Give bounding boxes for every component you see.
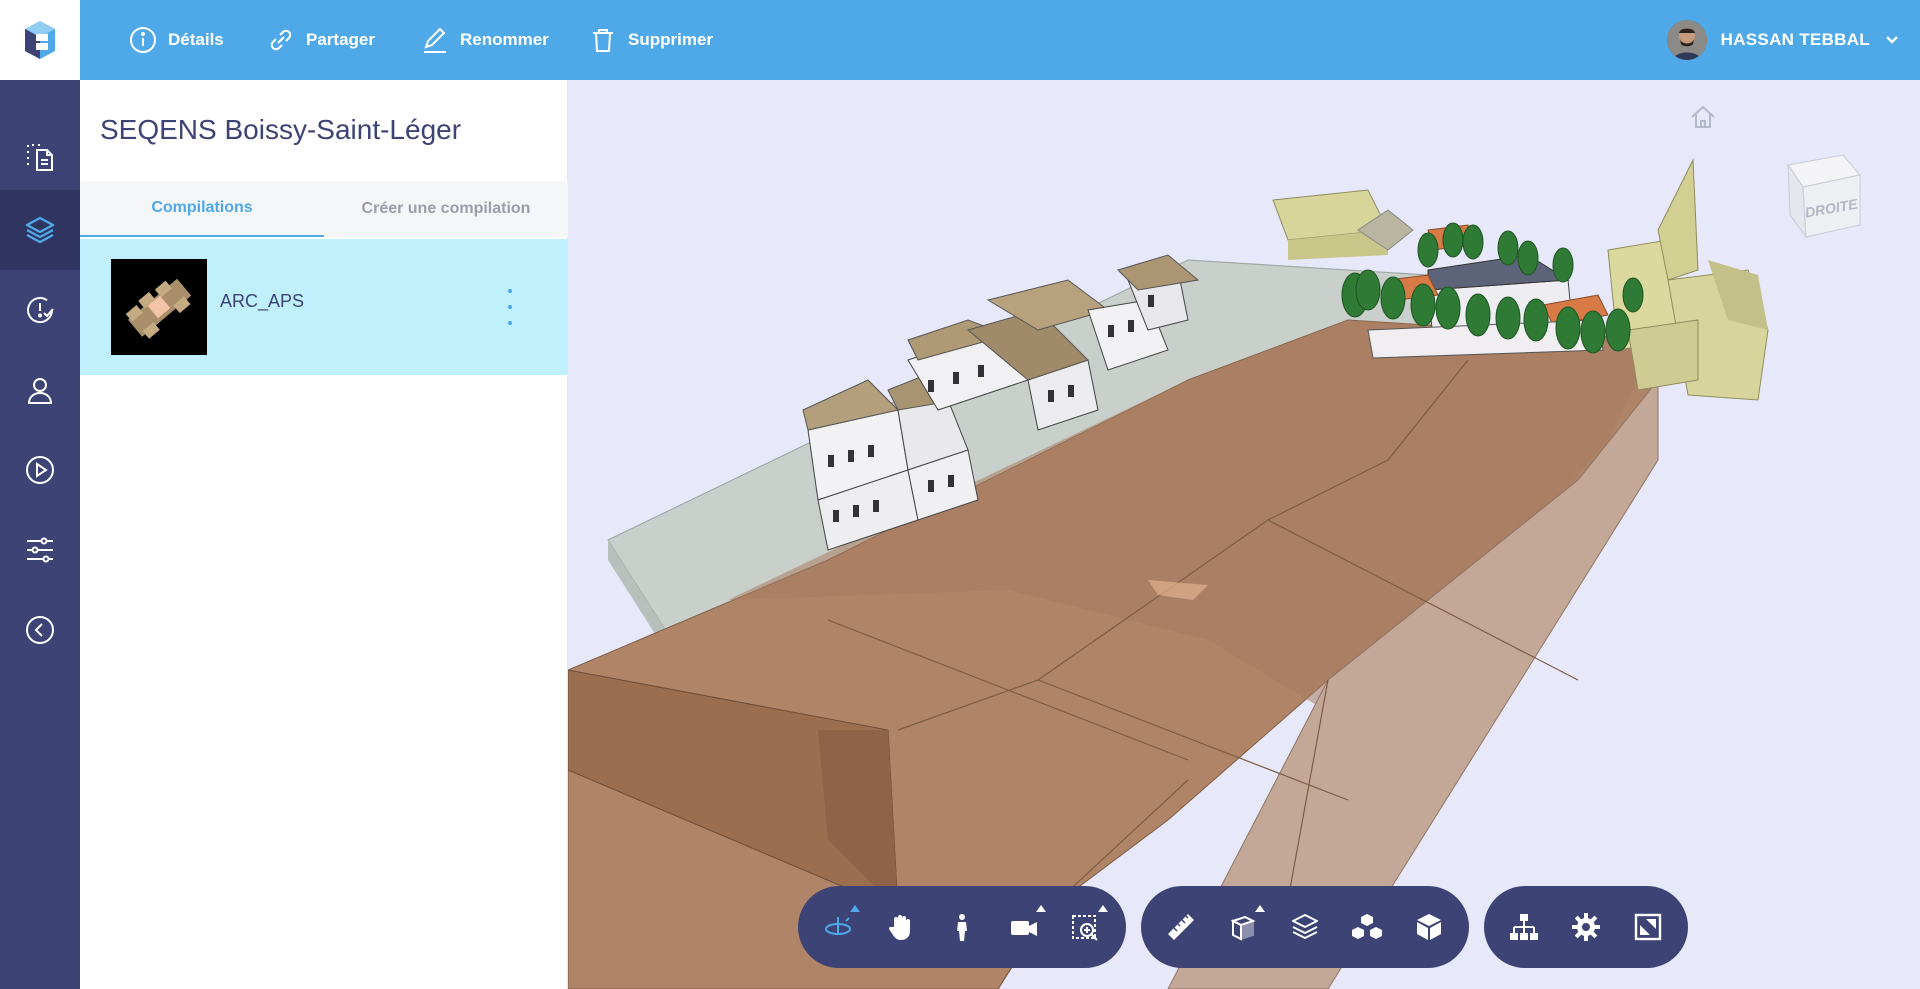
user-menu[interactable]: HASSAN TEBBAL (1666, 18, 1900, 62)
rename-button[interactable]: Renommer (420, 22, 549, 58)
delete-label: Supprimer (628, 30, 714, 49)
zoom-window-tool[interactable] (1066, 905, 1108, 947)
chevron-down-icon (1886, 36, 1898, 44)
more-options-icon[interactable] (500, 289, 520, 325)
home-view-icon[interactable] (1688, 102, 1718, 132)
user-name: HASSAN TEBBAL (1720, 30, 1870, 49)
explode-tool[interactable] (1347, 907, 1387, 947)
ruler-icon (1168, 914, 1194, 940)
rename-label: Renommer (460, 30, 549, 49)
link-icon (270, 29, 292, 51)
user-icon (27, 378, 53, 404)
tab-create-compilation[interactable]: Créer une compilation (324, 181, 568, 237)
info-icon (130, 27, 156, 53)
measure-tool[interactable] (1161, 907, 1201, 947)
3d-viewer[interactable]: DROITE (568, 80, 1920, 989)
navigation-cube[interactable]: DROITE (1768, 135, 1878, 245)
sliders-icon (27, 537, 53, 563)
section-box-tool[interactable] (1223, 905, 1265, 947)
pencil-icon (424, 27, 446, 53)
left-rail (0, 0, 80, 989)
rail-item-collapse[interactable] (0, 590, 80, 670)
orbit-icon (825, 917, 851, 935)
app-logo[interactable] (0, 0, 80, 80)
tree-structure-icon (1510, 914, 1538, 940)
details-button[interactable]: Détails (128, 22, 224, 58)
fullscreen-icon (1634, 913, 1662, 941)
rail-item-issues[interactable] (0, 270, 80, 350)
share-button[interactable]: Partager (266, 22, 375, 58)
layers-icon (25, 216, 55, 244)
orbit-tool[interactable] (818, 905, 860, 947)
project-title: SEQENS Boissy-Saint-Léger (100, 114, 462, 145)
compilations-panel: SEQENS Boissy-Saint-Léger Compilations C… (80, 80, 568, 989)
pan-hand-icon (888, 915, 910, 940)
walk-person-icon (957, 914, 967, 941)
cube-icon (1417, 914, 1441, 940)
gear-icon (1572, 913, 1600, 941)
delete-button[interactable]: Supprimer (588, 22, 713, 58)
zoom-window-icon (1072, 915, 1098, 941)
tab-compilations[interactable]: Compilations (80, 181, 324, 237)
fullscreen-tool[interactable] (1628, 907, 1668, 947)
share-label: Partager (306, 30, 375, 49)
collapse-left-icon (26, 616, 54, 644)
top-bar: Détails Partager Renommer Supprimer HASS… (80, 0, 1920, 80)
layers-tool[interactable] (1285, 907, 1325, 947)
settings-tool[interactable] (1566, 907, 1606, 947)
navigation-toolbar (798, 886, 1126, 968)
compilation-name: ARC_APS (220, 291, 305, 311)
cube-tool[interactable] (1409, 907, 1449, 947)
issue-check-icon (27, 297, 54, 324)
layers-stack-icon (1292, 914, 1318, 939)
panel-tabs: Compilations Créer une compilation (80, 181, 568, 237)
rail-item-users[interactable] (0, 350, 80, 430)
rail-item-settings[interactable] (0, 510, 80, 590)
tools-toolbar (1141, 886, 1469, 968)
camera-icon (1011, 921, 1037, 936)
section-box-icon (1230, 915, 1256, 941)
camera-tool[interactable] (1004, 905, 1046, 947)
rail-item-play[interactable] (0, 430, 80, 510)
avatar (1666, 20, 1707, 60)
rail-item-documents[interactable] (0, 117, 80, 197)
document-selection-icon (27, 144, 53, 171)
compilation-thumbnail (111, 259, 207, 355)
view-toolbar (1484, 886, 1688, 968)
play-icon (26, 456, 54, 484)
details-label: Détails (168, 30, 224, 49)
logo-icon (25, 21, 55, 59)
model-tree-tool[interactable] (1504, 907, 1544, 947)
model-scene[interactable] (568, 80, 1920, 989)
pan-tool[interactable] (880, 907, 920, 947)
trash-icon (593, 29, 613, 52)
rail-item-compilations[interactable] (0, 190, 80, 270)
list-item[interactable]: ARC_APS (80, 239, 568, 375)
walk-tool[interactable] (942, 907, 982, 947)
explode-icon (1352, 914, 1382, 939)
